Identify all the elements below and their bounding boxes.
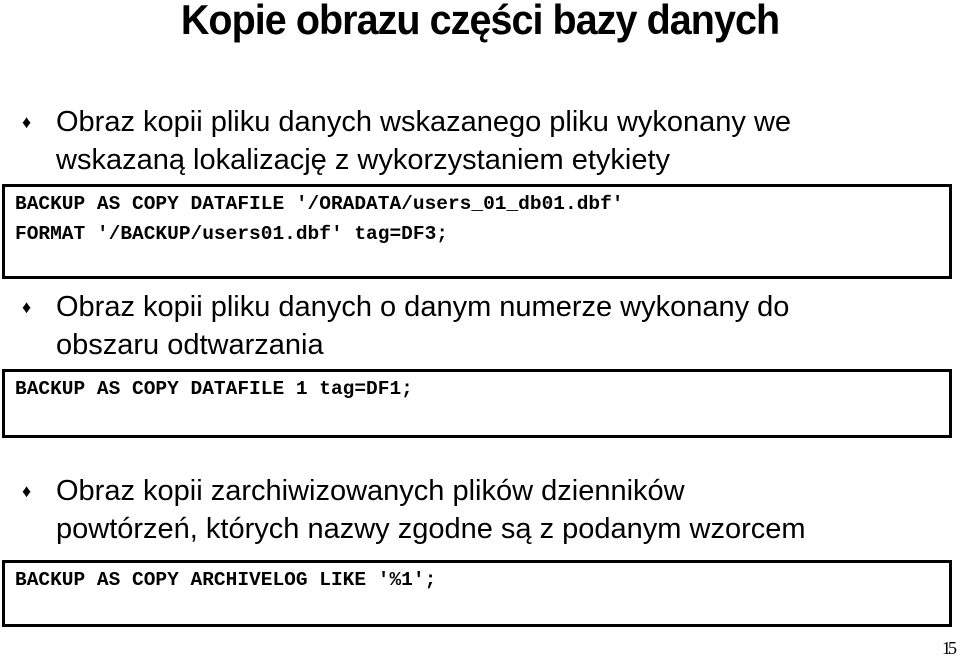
code-block-2: BACKUP AS COPY DATAFILE 1 tag=DF1; (2, 369, 952, 438)
diamond-bullet-icon: ♦ (22, 297, 32, 317)
code-line: BACKUP AS COPY DATAFILE '/ORADATA/users_… (15, 193, 624, 215)
code-line: BACKUP AS COPY ARCHIVELOG LIKE '%1'; (15, 569, 437, 591)
diamond-bullet-icon: ♦ (22, 481, 32, 501)
diamond-bullet-icon: ♦ (22, 112, 32, 132)
code-block-3: BACKUP AS COPY ARCHIVELOG LIKE '%1'; (2, 560, 952, 627)
bullet-text-line: powtórzeń, których nazwy zgodne są z pod… (56, 513, 806, 545)
bullet-text-line: wskazaną lokalizację z wykorzystaniem et… (56, 144, 671, 176)
bullet-text-line: Obraz kopii pliku danych o danym numerze… (56, 291, 790, 323)
code-block-1: BACKUP AS COPY DATAFILE '/ORADATA/users_… (2, 184, 952, 279)
bullet-text-line: Obraz kopii pliku danych wskazanego plik… (56, 106, 792, 138)
bullet-text-line: obszaru odtwarzania (56, 329, 324, 361)
slide-title: Kopie obrazu części bazy danych (180, 0, 780, 43)
page-number: 15 (942, 638, 957, 658)
code-line: FORMAT '/BACKUP/users01.dbf' tag=DF3; (15, 223, 448, 245)
code-line: BACKUP AS COPY DATAFILE 1 tag=DF1; (15, 378, 413, 400)
bullet-text-line: Obraz kopii zarchiwizowanych plików dzie… (56, 475, 685, 507)
